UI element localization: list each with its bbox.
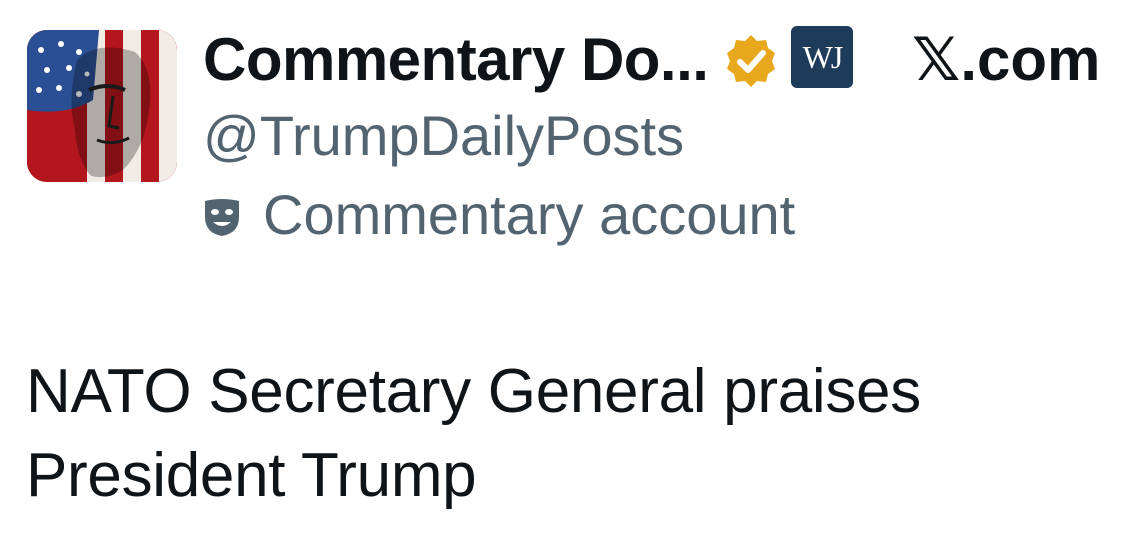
account-type-label: Commentary account — [203, 180, 795, 250]
flag-portrait-avatar — [27, 30, 177, 182]
site-label: 𝕏.com — [912, 26, 1101, 93]
affiliate-badge[interactable]: WJ — [791, 26, 853, 88]
gold-verified-badge-icon[interactable] — [722, 32, 780, 90]
avatar[interactable] — [27, 30, 177, 182]
display-name[interactable]: Commentary Do... — [203, 24, 709, 96]
account-handle[interactable]: @TrumpDailyPosts — [203, 101, 684, 171]
post-text: NATO Secretary General praises President… — [26, 357, 921, 510]
account-type-text: Commentary account — [263, 183, 796, 246]
theater-mask-icon — [205, 199, 239, 236]
